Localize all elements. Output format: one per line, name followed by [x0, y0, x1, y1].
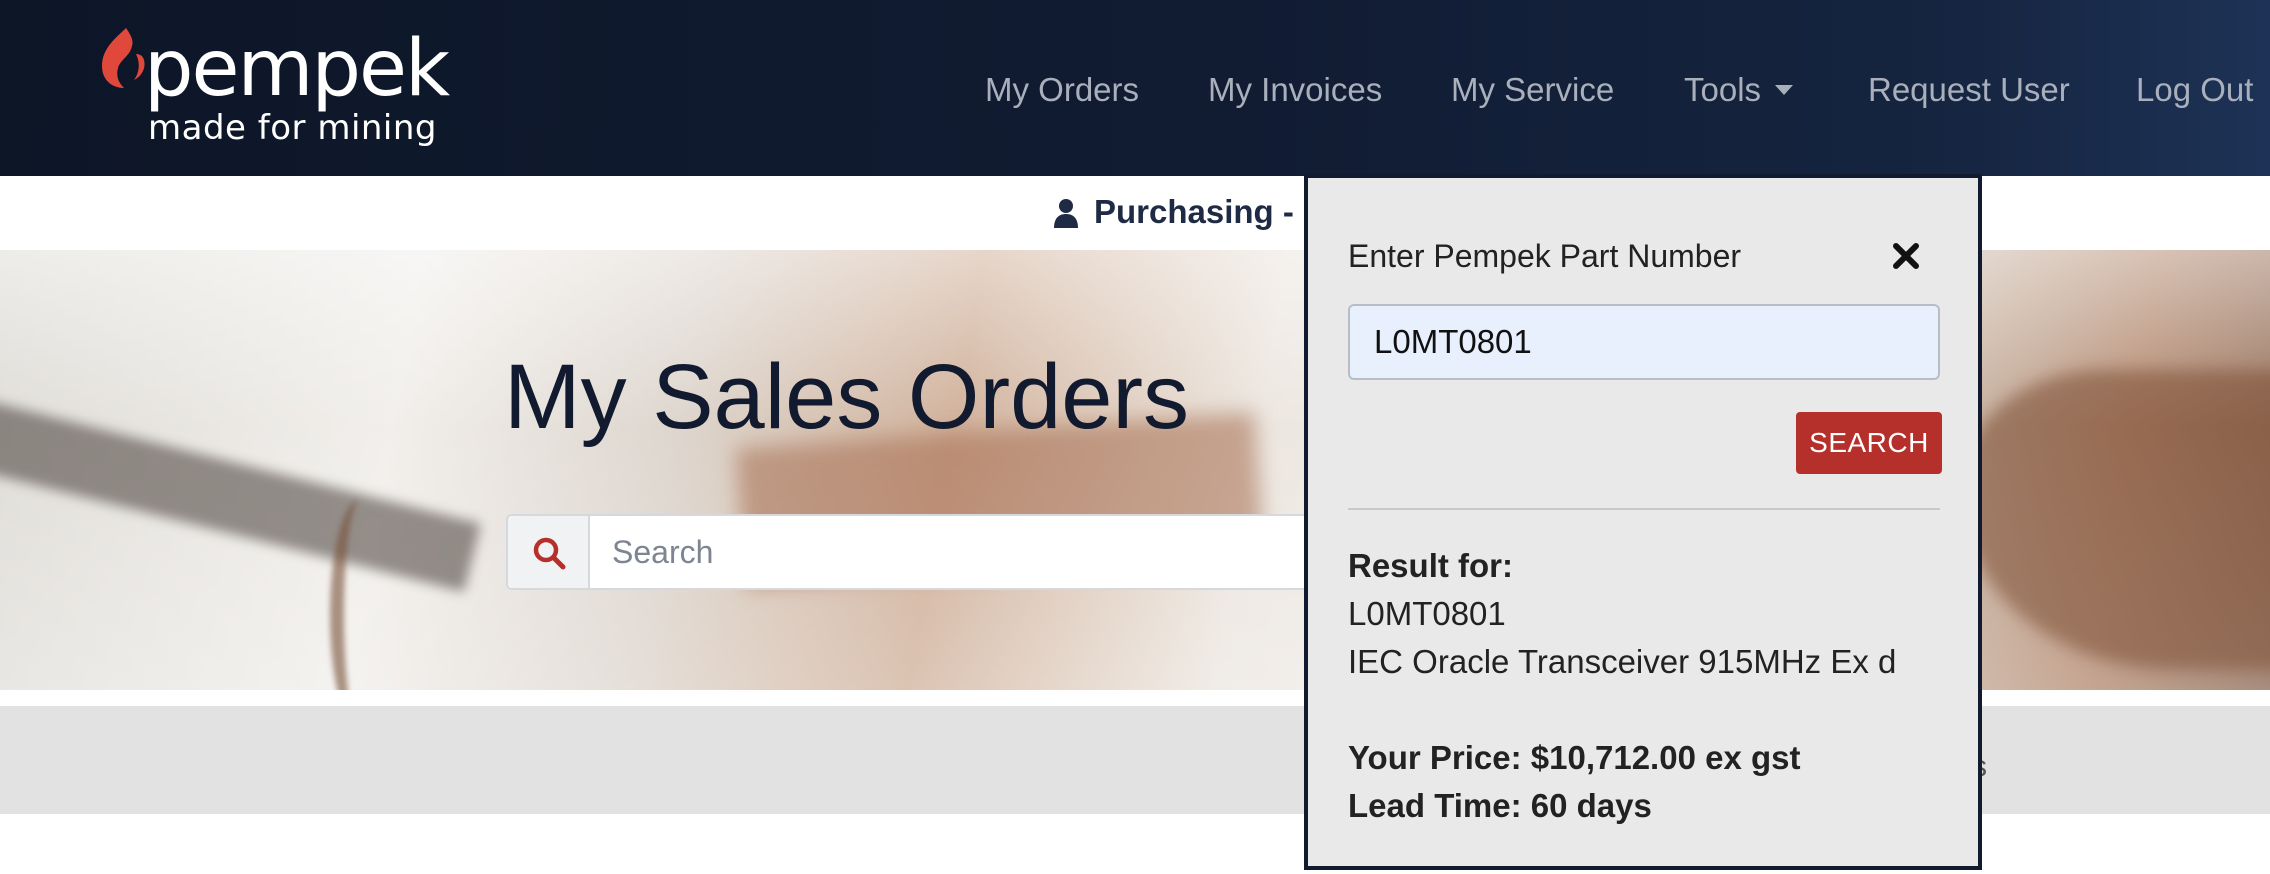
- orders-search-group: [506, 514, 1366, 590]
- user-icon: [1054, 199, 1078, 228]
- nav-my-orders[interactable]: My Orders: [985, 62, 1139, 118]
- nav-tools-label: Tools: [1684, 71, 1762, 108]
- part-search-button[interactable]: SEARCH: [1796, 412, 1942, 474]
- nav-links: My Orders My Invoices My Service Tools R…: [0, 62, 2270, 118]
- result-description: IEC Oracle Transceiver 915MHz Ex d: [1348, 643, 1897, 680]
- hero-background-shape: [0, 398, 481, 592]
- search-button[interactable]: [508, 516, 590, 588]
- search-icon: [533, 537, 566, 570]
- page-title: My Sales Orders: [504, 346, 1190, 448]
- nav-tools-dropdown[interactable]: Tools: [1684, 62, 1794, 118]
- orders-search-input[interactable]: [592, 516, 1362, 588]
- part-lookup-popup: Enter Pempek Part Number SEARCH Result f…: [1304, 174, 1982, 870]
- caret-down-icon: [1775, 85, 1794, 95]
- result-price: Your Price: $10,712.00 ex gst: [1348, 739, 1801, 776]
- nav-request-user[interactable]: Request User: [1868, 62, 2070, 118]
- nav-my-invoices[interactable]: My Invoices: [1208, 62, 1382, 118]
- user-role-label: Purchasing - C: [1094, 193, 1327, 230]
- result-heading: Result for:: [1348, 547, 1513, 584]
- close-icon[interactable]: [1886, 236, 1926, 276]
- top-navbar: pempek made for mining My Orders My Invo…: [0, 0, 2270, 176]
- part-number-label: Enter Pempek Part Number: [1348, 238, 1742, 274]
- divider: [1348, 508, 1940, 510]
- part-number-input[interactable]: [1348, 304, 1940, 380]
- hero-background-shape: [330, 500, 390, 690]
- nav-my-service[interactable]: My Service: [1451, 62, 1614, 118]
- result-lead-time: Lead Time: 60 days: [1348, 787, 1652, 824]
- nav-log-out[interactable]: Log Out: [2136, 62, 2253, 118]
- hero-background-shape: [1960, 370, 2270, 670]
- result-part-number: L0MT0801: [1348, 595, 1506, 632]
